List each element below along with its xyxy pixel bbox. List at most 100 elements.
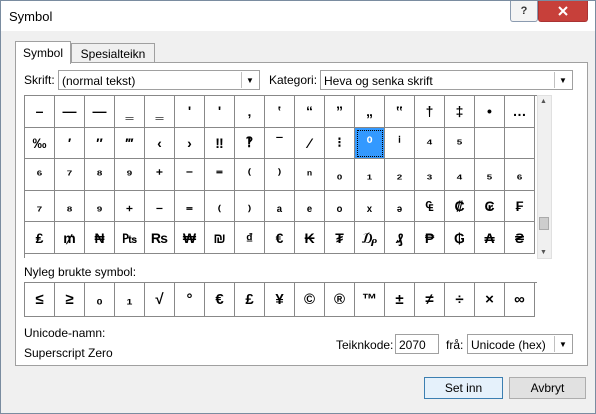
symbol-cell[interactable]: ₎ [235,190,265,223]
help-button[interactable]: ? [510,1,538,22]
symbol-cell[interactable]: ″ [85,127,115,160]
symbol-cell[interactable]: ₁ [355,159,385,191]
symbol-cell[interactable]: ₉ [85,190,115,223]
symbol-cell[interactable]: ‗ [145,96,175,128]
symbol-cell[interactable]: ‴ [115,127,145,160]
recent-symbol-cell[interactable]: ™ [355,283,385,317]
symbol-cell[interactable]: ‾ [265,127,295,160]
symbol-cell[interactable]: ‰ [25,127,55,160]
symbol-cell[interactable]: – [25,96,55,128]
recent-symbol-cell[interactable]: √ [145,283,175,317]
symbol-cell[interactable]: ₭ [295,222,325,254]
symbol-cell[interactable]: ₯ [355,222,385,254]
insert-button[interactable]: Set inn [424,377,503,399]
symbol-cell[interactable]: ⁹ [115,159,145,191]
symbol-cell[interactable]: „ [355,96,385,128]
symbol-cell[interactable]: ‗ [115,96,145,128]
symbol-cell[interactable]: ‽ [235,127,265,160]
symbol-cell[interactable]: ₰ [385,222,415,254]
symbol-cell[interactable]: ₲ [445,222,475,254]
symbol-cell[interactable]: ₨ [145,222,175,254]
symbol-cell[interactable]: ⁴ [415,127,445,160]
symbol-cell[interactable]: ₈ [55,190,85,223]
symbol-cell[interactable]: ⁰ [355,127,385,160]
recent-symbol-cell[interactable]: € [205,283,235,317]
symbol-cell[interactable]: ₅ [475,159,505,191]
recent-symbol-cell[interactable]: ± [385,283,415,317]
close-button[interactable] [538,1,588,22]
symbol-cell[interactable]: ₆ [505,159,535,191]
recent-symbol-cell[interactable]: ® [325,283,355,317]
symbol-cell[interactable]: “ [295,96,325,128]
symbol-cell[interactable]: ⁽ [235,159,265,191]
symbol-cell[interactable]: ⁱ [385,127,415,160]
symbol-cell[interactable] [475,127,505,160]
symbol-cell[interactable]: ⁄ [295,127,325,160]
from-select[interactable]: Unicode (hex) ▼ [467,334,573,354]
symbol-cell[interactable]: ₋ [145,190,175,223]
symbol-cell[interactable]: ₓ [355,190,385,223]
recent-symbol-cell[interactable]: ≠ [415,283,445,317]
symbol-cell[interactable]: ⁼ [205,159,235,191]
recent-symbol-cell[interactable]: ∞ [505,283,535,317]
symbol-cell[interactable]: ' [175,96,205,128]
grid-scrollbar[interactable]: ▲ ▼ [537,95,552,259]
recent-symbol-cell[interactable]: © [295,283,325,317]
symbol-cell[interactable]: ⁷ [55,159,85,191]
symbol-cell[interactable]: ” [325,96,355,128]
symbol-cell[interactable]: ⁝ [325,127,355,160]
symbol-cell[interactable]: ₡ [445,190,475,223]
recent-symbol-cell[interactable]: ≥ [55,283,85,317]
symbol-cell[interactable]: † [415,96,445,128]
symbol-cell[interactable]: — [55,96,85,128]
symbol-cell[interactable]: € [265,222,295,254]
symbol-cell[interactable]: ‚ [235,96,265,128]
symbol-cell[interactable]: ' [205,96,235,128]
symbol-cell[interactable]: ⁺ [145,159,175,191]
symbol-cell[interactable]: ₐ [265,190,295,223]
symbol-cell[interactable]: ⁾ [265,159,295,191]
symbol-cell[interactable]: ₃ [415,159,445,191]
symbol-cell[interactable]: ⁻ [175,159,205,191]
symbol-cell[interactable]: ₦ [85,222,115,254]
recent-symbol-cell[interactable]: ₀ [85,283,115,317]
font-select[interactable]: (normal tekst) ▼ [58,70,260,90]
recent-symbol-cell[interactable]: £ [235,283,265,317]
symbol-cell[interactable]: ₂ [385,159,415,191]
symbol-cell[interactable]: ₑ [295,190,325,223]
symbol-cell[interactable]: ⁸ [85,159,115,191]
symbol-cell[interactable]: ₊ [115,190,145,223]
recent-symbol-cell[interactable]: × [475,283,505,317]
symbol-cell[interactable]: ₍ [205,190,235,223]
symbol-cell[interactable]: ‼ [205,127,235,160]
char-code-field[interactable]: 2070 [395,334,439,354]
symbol-cell[interactable]: ⁵ [445,127,475,160]
symbol-cell[interactable]: ‹ [145,127,175,160]
symbol-cell[interactable]: ₄ [445,159,475,191]
symbol-cell[interactable]: ₫ [235,222,265,254]
symbol-cell[interactable]: … [505,96,535,128]
symbol-cell[interactable]: ₳ [475,222,505,254]
symbol-cell[interactable]: ⁶ [25,159,55,191]
symbol-cell[interactable]: ― [85,96,115,128]
subset-select[interactable]: Heva og senka skrift ▼ [320,70,573,90]
symbol-cell[interactable]: › [175,127,205,160]
symbol-cell[interactable]: ₇ [25,190,55,223]
symbol-cell[interactable]: ₒ [325,190,355,223]
symbol-cell[interactable]: ₣ [505,190,535,223]
symbol-cell[interactable]: ₠ [415,190,445,223]
scroll-up-icon[interactable]: ▲ [540,98,547,105]
symbol-cell[interactable]: ‡ [445,96,475,128]
symbol-cell[interactable]: ₪ [205,222,235,254]
symbol-cell[interactable]: ₩ [175,222,205,254]
symbol-cell[interactable]: ‛ [265,96,295,128]
symbol-cell[interactable]: • [475,96,505,128]
recent-symbol-cell[interactable]: ₁ [115,283,145,317]
symbol-cell[interactable]: ₀ [325,159,355,191]
symbol-cell[interactable]: ₮ [325,222,355,254]
recent-symbol-cell[interactable]: ¥ [265,283,295,317]
recent-symbol-cell[interactable]: ÷ [445,283,475,317]
recent-symbol-cell[interactable]: ≤ [25,283,55,317]
scroll-down-icon[interactable]: ▼ [540,249,547,256]
tab-symbol[interactable]: Symbol [15,41,71,64]
